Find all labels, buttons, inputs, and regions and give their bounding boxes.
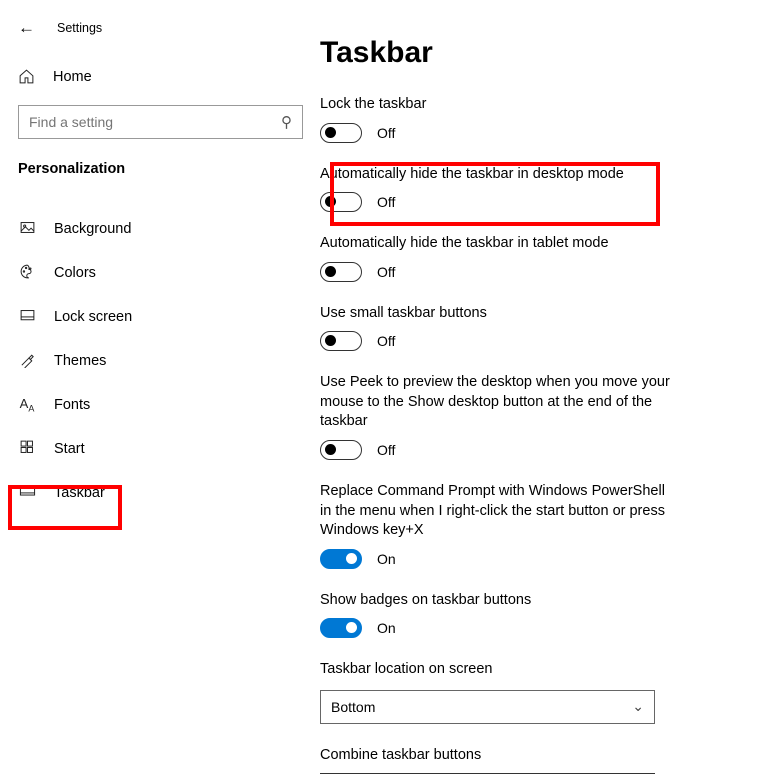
sidebar-item-label: Taskbar: [54, 485, 105, 501]
sidebar-item-themes[interactable]: Themes: [18, 339, 310, 383]
setting-label: Use small taskbar buttons: [320, 304, 675, 324]
sidebar-item-label: Start: [54, 441, 85, 457]
sidebar-item-background[interactable]: Background: [18, 207, 310, 251]
dropdown-value: Bottom: [331, 699, 375, 715]
setting-label-location: Taskbar location on screen: [320, 660, 675, 680]
taskbar-icon: [18, 483, 36, 504]
sidebar-item-taskbar[interactable]: Taskbar: [18, 471, 310, 515]
toggle-switch[interactable]: [320, 549, 362, 569]
back-button[interactable]: ←: [18, 18, 35, 38]
image-icon: [18, 219, 36, 240]
section-title: Personalization: [18, 161, 310, 177]
home-label: Home: [53, 69, 92, 85]
sidebar-item-start[interactable]: Start: [18, 427, 310, 471]
toggle-state: On: [377, 620, 396, 636]
setting-label-combine: Combine taskbar buttons: [320, 746, 675, 766]
setting-label: Use Peek to preview the desktop when you…: [320, 373, 675, 432]
sidebar-item-label: Themes: [54, 353, 106, 369]
setting-label: Replace Command Prompt with Windows Powe…: [320, 482, 675, 541]
search-input[interactable]: [29, 114, 281, 130]
setting-label: Show badges on taskbar buttons: [320, 591, 675, 611]
start-icon: [18, 439, 36, 460]
toggle-state: Off: [377, 125, 395, 141]
themes-icon: [18, 351, 36, 372]
toggle-state: Off: [377, 264, 395, 280]
toggle-switch[interactable]: [320, 262, 362, 282]
toggle-state: Off: [377, 442, 395, 458]
toggle-state: Off: [377, 333, 395, 349]
toggle-switch[interactable]: [320, 618, 362, 638]
sidebar-item-label: Lock screen: [54, 309, 132, 325]
toggle-switch[interactable]: [320, 331, 362, 351]
home-nav[interactable]: Home: [18, 68, 310, 85]
sidebar-item-colors[interactable]: Colors: [18, 251, 310, 295]
fonts-icon: AA: [18, 396, 36, 414]
search-box[interactable]: ⚲: [18, 105, 303, 139]
toggle-switch[interactable]: [320, 440, 362, 460]
home-icon: [18, 68, 35, 85]
sidebar-item-label: Fonts: [54, 397, 90, 413]
setting-label: Lock the taskbar: [320, 95, 675, 115]
taskbar-location-dropdown[interactable]: Bottom ⌄: [320, 690, 655, 724]
palette-icon: [18, 263, 36, 284]
page-title: Taskbar: [320, 36, 783, 70]
toggle-switch[interactable]: [320, 123, 362, 143]
setting-label: Automatically hide the taskbar in deskto…: [320, 165, 675, 185]
sidebar-item-label: Colors: [54, 265, 96, 281]
setting-label: Automatically hide the taskbar in tablet…: [320, 234, 675, 254]
toggle-state: On: [377, 551, 396, 567]
lockscreen-icon: [18, 307, 36, 328]
sidebar-item-lockscreen[interactable]: Lock screen: [18, 295, 310, 339]
toggle-state: Off: [377, 194, 395, 210]
sidebar-item-label: Background: [54, 221, 131, 237]
sidebar-item-fonts[interactable]: AA Fonts: [18, 383, 310, 427]
app-title: Settings: [57, 21, 102, 35]
toggle-switch[interactable]: [320, 192, 362, 212]
search-icon: ⚲: [281, 113, 292, 131]
